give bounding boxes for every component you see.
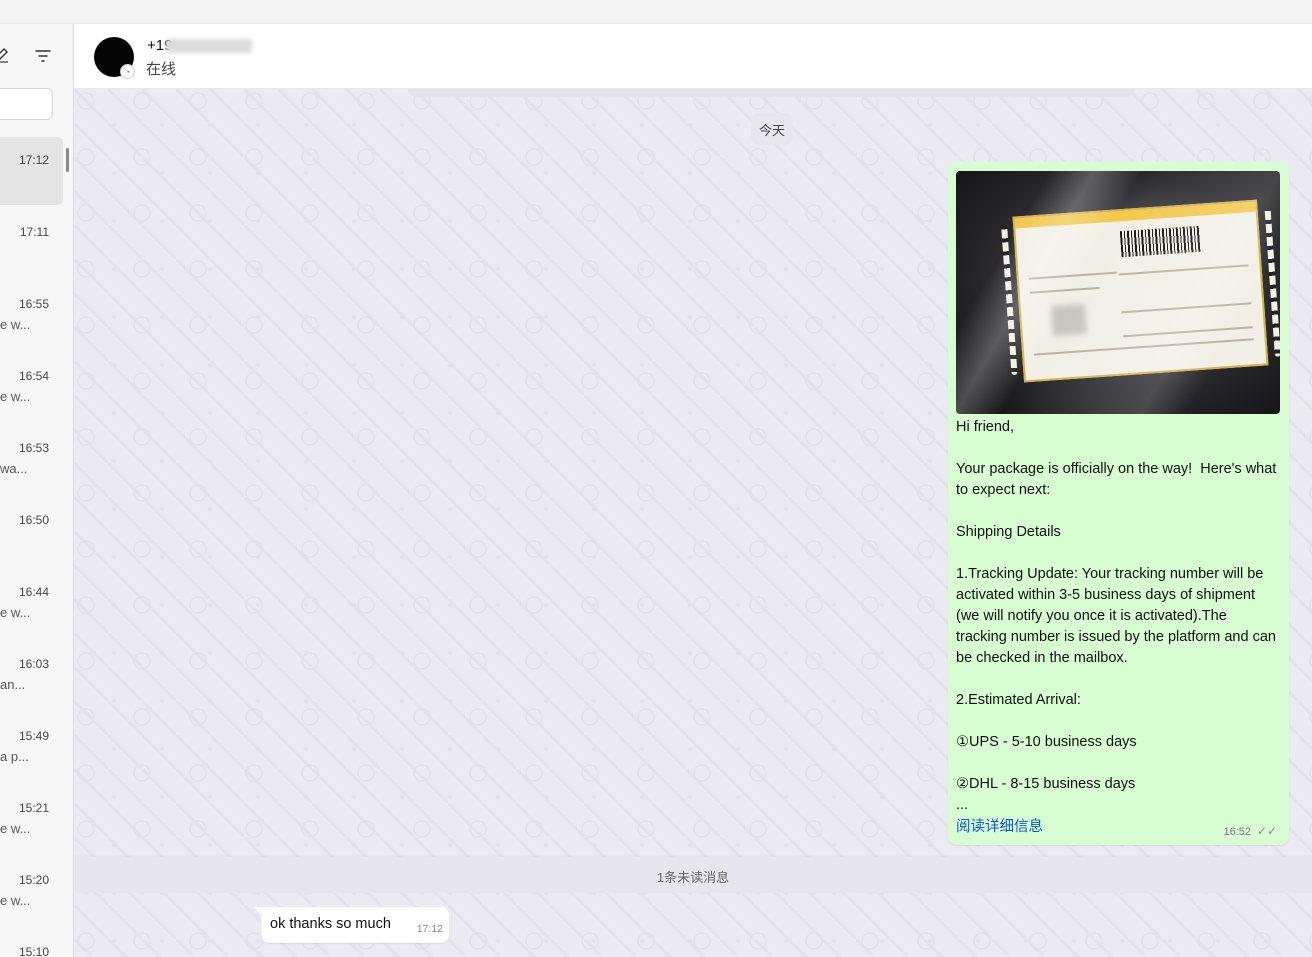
chat-list-item[interactable]: 16:50 bbox=[0, 497, 63, 565]
chat-preview: e w... bbox=[0, 317, 31, 332]
chat-list-item[interactable]: 16:54 e w... bbox=[0, 353, 63, 421]
sidebar-scrollbar[interactable] bbox=[66, 148, 69, 172]
chat-preview: an... bbox=[0, 677, 26, 692]
chat-list-item[interactable]: 15:20 e w... bbox=[0, 857, 63, 925]
chat-time: 16:44 bbox=[18, 585, 49, 599]
double-check-icon: ✓✓ bbox=[1256, 824, 1277, 838]
chat-time: 16:53 bbox=[18, 441, 49, 455]
chat-list-item[interactable]: 16:53 wa... bbox=[0, 425, 63, 493]
chat-list-item[interactable]: 16:55 e w... bbox=[0, 281, 63, 349]
chat-time: 16:03 bbox=[18, 657, 49, 671]
chat-list-sidebar: 17:12 17:11 16:55 e w... 16:54 e w... 16… bbox=[0, 24, 74, 957]
message-text: ok thanks so much bbox=[270, 916, 391, 932]
package-photo[interactable] bbox=[956, 171, 1280, 414]
message-pane: 今天 Hi friend, Your package is officially… bbox=[74, 89, 1312, 957]
filter-icon[interactable] bbox=[34, 47, 52, 65]
status-ring-icon: ◔ bbox=[120, 64, 135, 79]
chat-list-item[interactable]: 17:12 bbox=[0, 137, 63, 205]
chat-list-item[interactable]: 17:11 bbox=[0, 209, 63, 277]
chat-time: 15:10 bbox=[18, 945, 49, 957]
chat-time: 16:54 bbox=[18, 369, 49, 383]
message-time: 16:52 bbox=[1223, 826, 1251, 838]
chat-preview: a p... bbox=[0, 749, 29, 764]
previous-message-edge bbox=[408, 89, 1134, 97]
date-divider: 今天 bbox=[751, 113, 793, 145]
chat-list-item[interactable]: 15:21 e w... bbox=[0, 785, 63, 853]
chat-preview: e w... bbox=[0, 389, 31, 404]
chat-time: 15:49 bbox=[18, 729, 49, 743]
chat-list-item[interactable]: 15:49 a p... bbox=[0, 713, 63, 781]
search-input[interactable] bbox=[0, 88, 53, 120]
chat-time: 15:21 bbox=[18, 801, 49, 815]
chat-time: 17:11 bbox=[19, 225, 49, 239]
contact-status: 在线 bbox=[146, 61, 177, 78]
chat-preview: e w... bbox=[0, 893, 31, 908]
chat-header[interactable]: ◔ +19 在线 bbox=[74, 24, 1312, 89]
chat-time: 15:20 bbox=[18, 873, 49, 887]
incoming-message[interactable]: ok thanks so much 17:12 bbox=[261, 907, 449, 943]
message-time: 17:12 bbox=[416, 923, 443, 935]
chat-preview: e w... bbox=[0, 821, 31, 836]
plastic-wrap-glare bbox=[956, 171, 1280, 414]
unread-divider: 1条未读消息 bbox=[74, 857, 1312, 893]
unread-divider-text: 1条未读消息 bbox=[656, 870, 730, 885]
read-more-link[interactable]: 阅读详细信息 bbox=[956, 815, 1043, 836]
redacted-number bbox=[166, 39, 252, 53]
new-chat-icon[interactable] bbox=[0, 46, 10, 64]
chat-list-item[interactable]: 15:10 bbox=[0, 929, 63, 957]
chat-preview: e w... bbox=[0, 605, 31, 620]
outgoing-message[interactable]: Hi friend, Your package is officially on… bbox=[948, 162, 1289, 845]
chat-list-item[interactable]: 16:03 an... bbox=[0, 641, 63, 709]
chat-list-item[interactable]: 16:44 e w... bbox=[0, 569, 63, 637]
message-text: Hi friend, Your package is officially on… bbox=[956, 419, 1277, 813]
chat-time: 17:12 bbox=[18, 153, 49, 167]
chat-preview: wa... bbox=[0, 461, 28, 476]
chat-time: 16:55 bbox=[18, 297, 49, 311]
chat-time: 16:50 bbox=[18, 513, 49, 527]
window-title-bar bbox=[0, 0, 1312, 24]
